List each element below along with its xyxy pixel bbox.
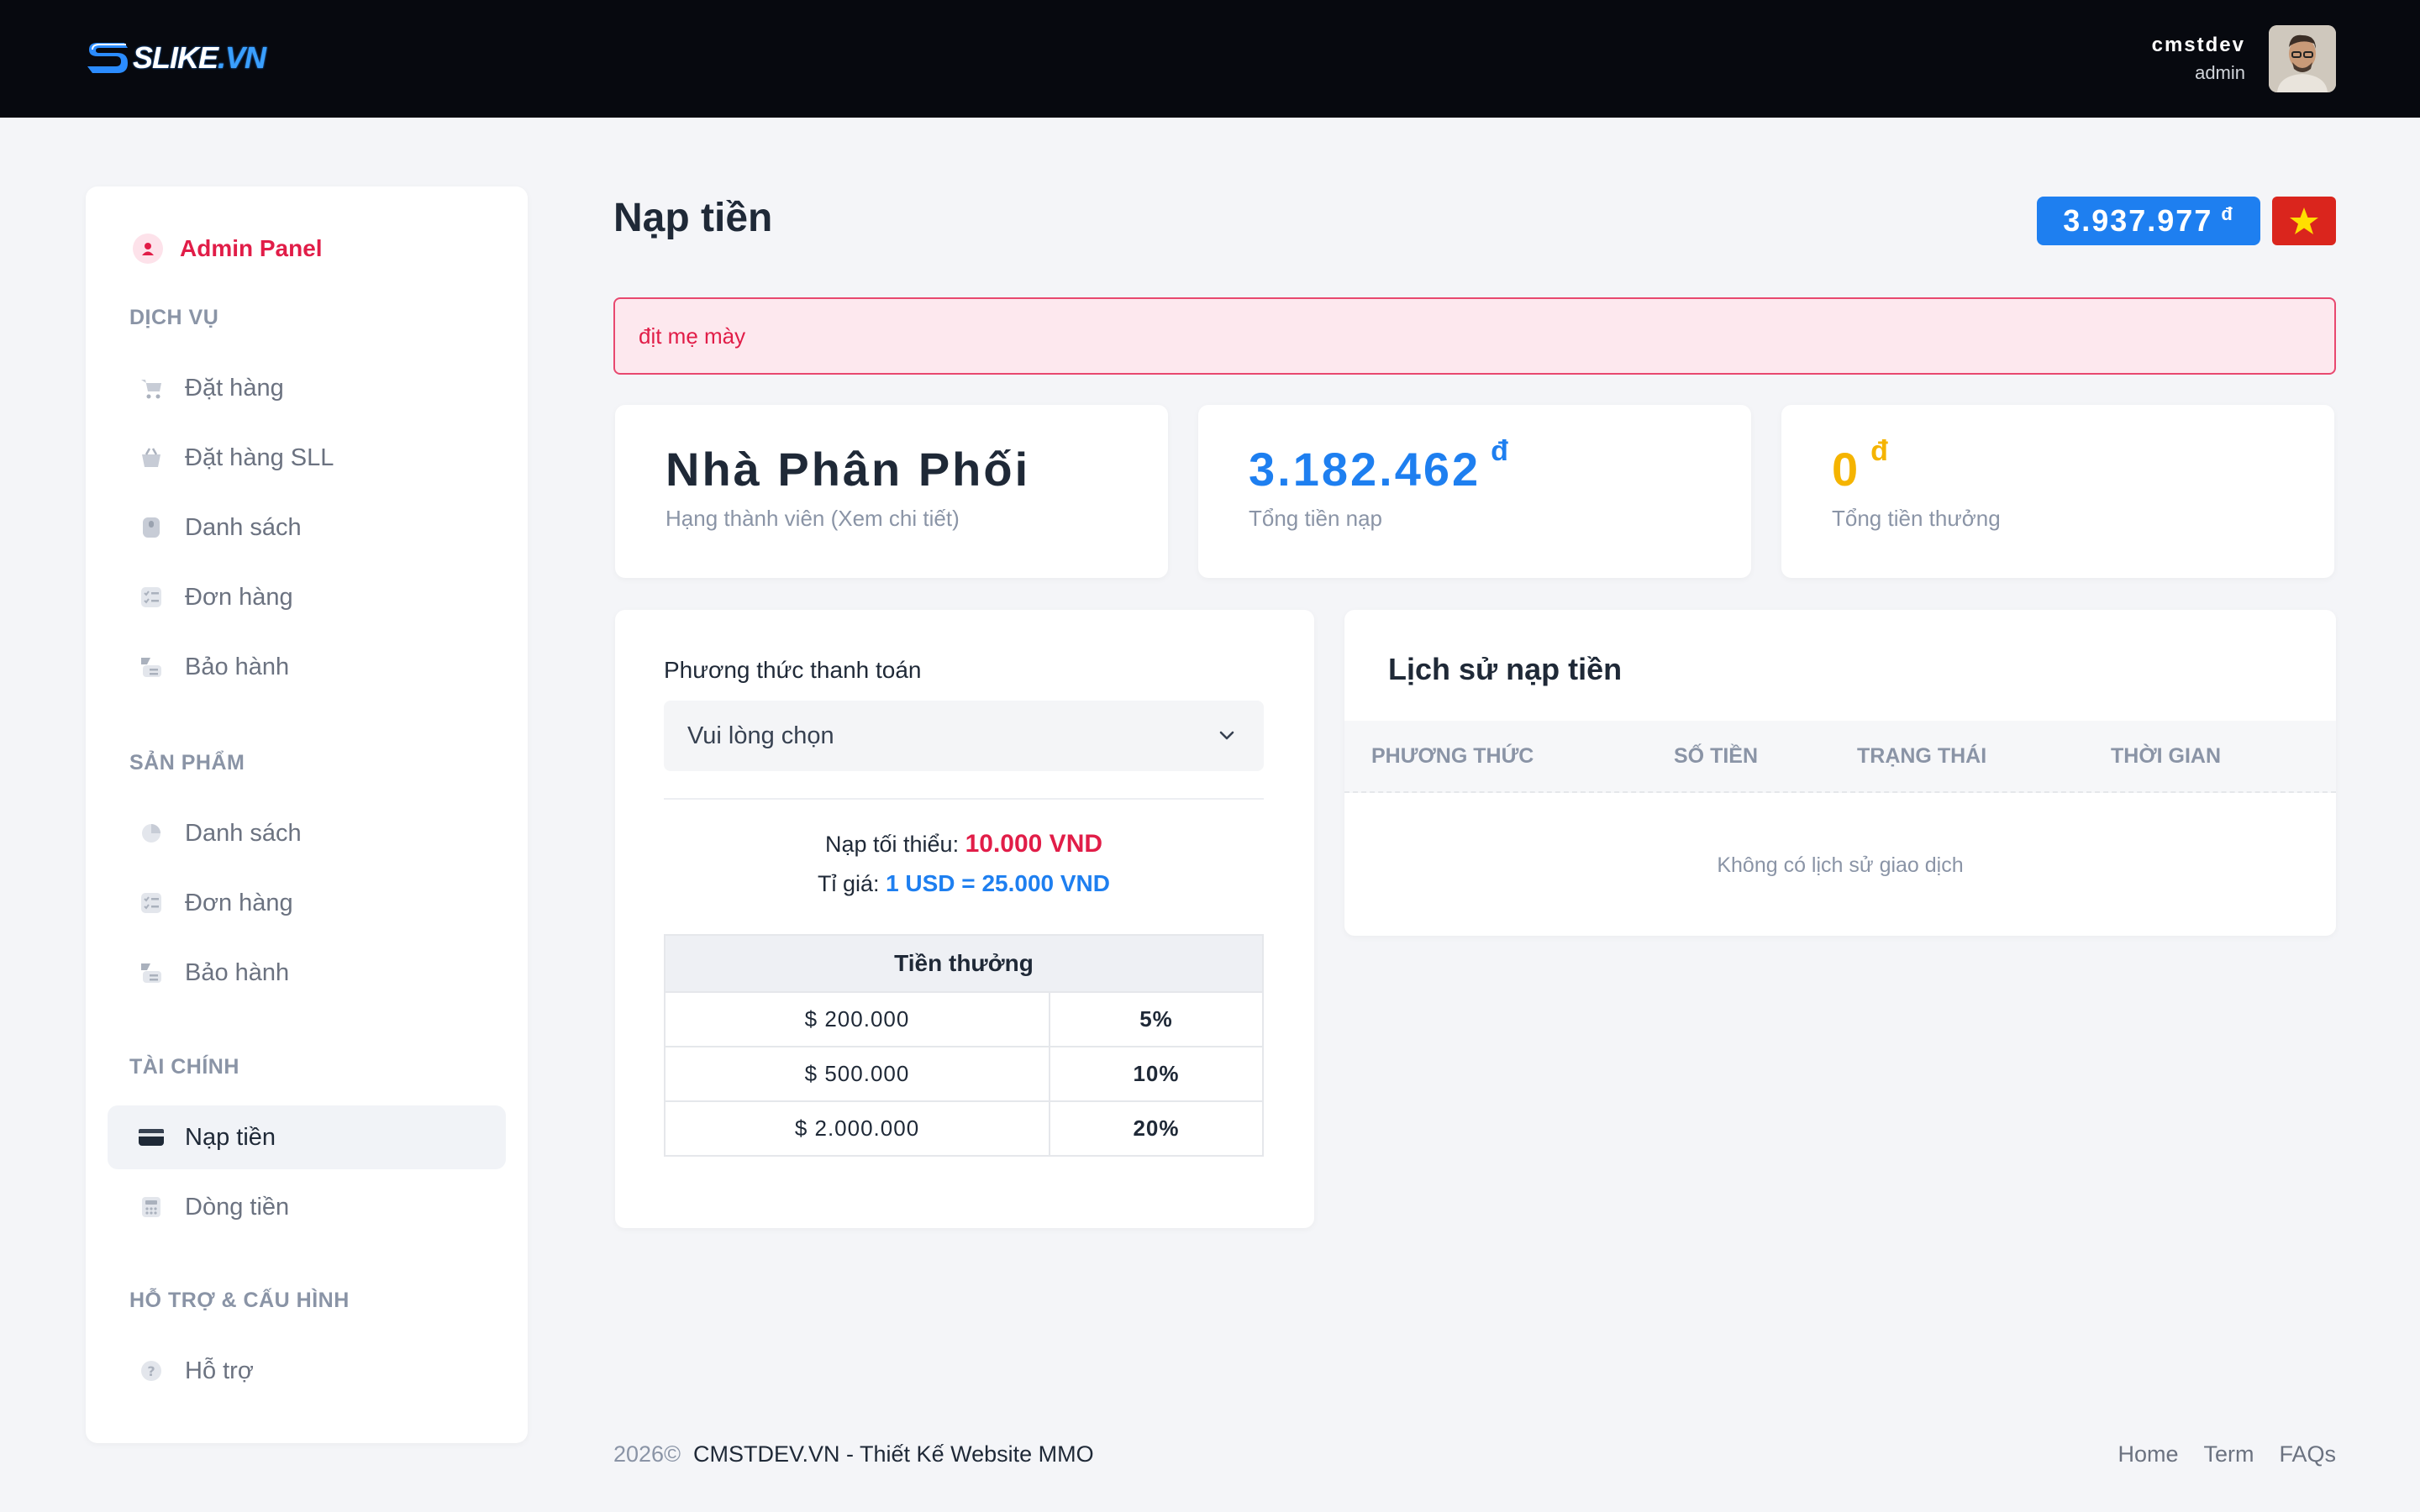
footer-brand-link[interactable]: CMSTDEV.VN - Thiết Kế Website MMO [693,1441,1094,1467]
sidebar-item-nap-tien[interactable]: Nạp tiền [108,1105,506,1169]
footer-link-term[interactable]: Term [2203,1441,2254,1467]
page-title: Nạp tiền [613,196,773,240]
stat-rank-label[interactable]: Hạng thành viên (Xem chi tiết) [666,506,960,532]
min-deposit-row: Nạp tối thiểu: 10.000 VND [824,830,1103,858]
stat-card-total-bonus: 0đ Tổng tiền thưởng [1781,405,2334,578]
footer-link-home[interactable]: Home [2118,1441,2178,1467]
sidebar-section-san-pham: SẢN PHẨM [129,751,245,774]
site-logo[interactable]: SLIKE.VN [84,37,266,79]
avatar-image [2269,25,2336,92]
language-flag-button[interactable] [2272,197,2336,245]
sidebar-item-sp-bao-hanh[interactable]: Bảo hành [108,941,506,1005]
balance-value: 3.937.977 [2063,203,2213,238]
payment-card: Phương thức thanh toán Vui lòng chọn Nạp… [615,610,1314,1228]
column-header-time[interactable]: THỜI GIAN [2111,744,2221,769]
sidebar-section-ho-tro: HỖ TRỢ & CẤU HÌNH [129,1289,350,1312]
payment-method-select[interactable]: Vui lòng chọn [664,701,1264,771]
bonus-table: Tiền thưởng $ 200.000 5% $ 500.000 10% $… [664,934,1264,1157]
list-icon [138,514,165,541]
exchange-rate-value: 1 USD = 25.000 VND [886,870,1110,896]
sidebar-section-tai-chinh: TÀI CHÍNH [129,1055,239,1079]
sidebar-item-ho-tro[interactable]: ? Hỗ trợ [108,1339,506,1403]
sidebar-item-danh-sach[interactable]: Danh sách [108,496,506,559]
bonus-table-header: Tiền thưởng [664,934,1264,993]
stat-card-rank: Nhà Phân Phối Hạng thành viên (Xem chi t… [615,405,1168,578]
pie-icon [138,820,165,847]
logo-text: SLIKE.VN [133,40,266,75]
table-row: $ 500.000 10% [664,1046,1264,1102]
footer-copyright: 2026© CMSTDEV.VN - Thiết Kế Website MMO [613,1441,1094,1467]
table-row: $ 2.000.000 20% [664,1100,1264,1157]
balance-currency: đ [2221,203,2234,224]
min-deposit-value: 10.000 VND [965,830,1103,858]
sidebar-section-dich-vu: DỊCH VỤ [129,306,219,329]
stat-total-deposit-value: 3.182.462 đ [1249,435,1511,496]
credit-card-icon [138,1124,165,1151]
stat-rank-value: Nhà Phân Phối [666,443,1031,496]
divider [664,798,1264,800]
calculator-icon [138,1194,165,1221]
sidebar-admin-panel[interactable]: Admin Panel [133,234,323,264]
stat-card-total-deposit: 3.182.462 đ Tổng tiền nạp [1198,405,1751,578]
checklist-icon [138,890,165,916]
topbar: SLIKE.VN cmstdev admin [0,0,2420,118]
footer-link-faqs[interactable]: FAQs [2279,1441,2336,1467]
svg-text:?: ? [147,1363,155,1379]
history-empty-message: Không có lịch sử giao dịch [1717,853,1964,877]
warranty-icon [138,654,165,680]
checklist-icon [138,584,165,611]
user-shield-icon [133,234,163,264]
column-header-method[interactable]: PHƯƠNG THỨC [1371,744,1534,769]
footer-links: Home Term FAQs [2118,1441,2336,1467]
user-menu[interactable]: cmstdev admin [2152,25,2336,92]
sidebar-admin-label: Admin Panel [180,235,323,261]
sidebar-item-sp-don-hang[interactable]: Đơn hàng [108,871,506,935]
user-name: cmstdev [2151,34,2245,56]
stat-total-deposit-label: Tổng tiền nạp [1249,506,1383,531]
warranty-icon [138,959,165,986]
column-header-amount[interactable]: SỐ TIỀN [1674,744,1758,769]
avatar[interactable] [2269,25,2336,92]
sidebar: Admin Panel DỊCH VỤ Đặt hàng Đặt hàng SL… [86,186,528,1443]
sidebar-item-dat-hang[interactable]: Đặt hàng [108,356,506,420]
sidebar-item-sp-danh-sach[interactable]: Danh sách [108,801,506,865]
balance-badge[interactable]: 3.937.977 đ [2037,197,2260,245]
stat-total-bonus-label: Tổng tiền thưởng [1832,506,2001,531]
payment-method-select-value: Vui lòng chọn [687,722,834,749]
sidebar-item-dat-hang-sll[interactable]: Đặt hàng SLL [108,426,506,490]
column-header-status[interactable]: TRẠNG THÁI [1857,744,1986,769]
exchange-rate-row: Tỉ giá: 1 USD = 25.000 VND [818,870,1110,896]
sidebar-item-dong-tien[interactable]: Dòng tiền [108,1175,506,1239]
help-icon: ? [138,1357,165,1384]
sidebar-item-don-hang[interactable]: Đơn hàng [108,565,506,629]
table-row: $ 200.000 5% [664,991,1264,1047]
deposit-history-card: Lịch sử nạp tiền PHƯƠNG THỨC SỐ TIỀN TRẠ… [1344,610,2336,936]
payment-method-label: Phương thức thanh toán [664,657,922,683]
logo-s-icon [87,43,128,73]
cart-icon [138,375,165,402]
notice-alert: địt mẹ mày [613,297,2336,375]
stat-total-bonus-value: 0đ [1832,435,1891,496]
deposit-history-title: Lịch sử nạp tiền [1388,652,1623,686]
sidebar-item-bao-hanh[interactable]: Bảo hành [108,635,506,699]
chevron-down-icon [1219,731,1234,740]
vietnam-flag-icon [2290,207,2318,234]
history-table-header: PHƯƠNG THỨC SỐ TIỀN TRẠNG THÁI THỜI GIAN [1344,721,2336,793]
basket-icon [138,444,165,471]
user-role: admin [2195,62,2245,83]
